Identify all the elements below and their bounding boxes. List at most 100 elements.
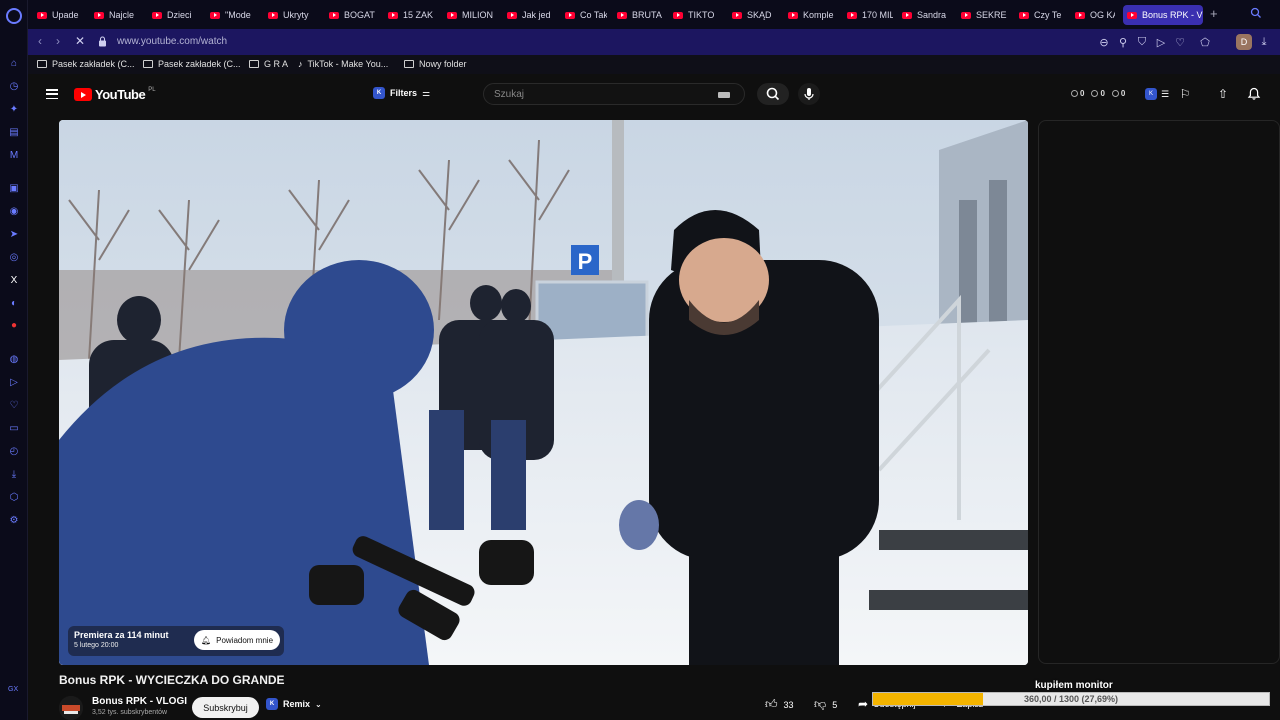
remix-label: Remix <box>283 699 311 709</box>
youtube-header: YouTube PL K Filters ⚌ Szukaj 0 0 0 K ☰ … <box>28 74 1280 116</box>
secondary-panel <box>1038 120 1280 664</box>
x-icon[interactable]: X <box>7 273 21 287</box>
pin-icon[interactable]: ⚲ <box>1116 35 1130 49</box>
new-tab-icon[interactable]: + <box>1210 6 1218 21</box>
tab-label: Sandra <box>917 10 947 20</box>
browser-tab[interactable]: Komple <box>784 5 837 25</box>
heart-icon[interactable]: ♡ <box>7 398 21 412</box>
settings-icon[interactable]: ⚙ <box>7 513 21 527</box>
bookmark-label: Pasek zakładek (C... <box>158 59 241 69</box>
search-input[interactable]: Szukaj <box>483 83 745 105</box>
zoom-icon[interactable]: ⊖ <box>1097 35 1111 49</box>
url-field[interactable]: www.youtube.com/watch <box>117 36 227 47</box>
search-button[interactable] <box>757 83 789 105</box>
filters-button[interactable]: K Filters ⚌ <box>373 87 430 99</box>
menu-icon[interactable] <box>46 89 58 100</box>
video-player[interactable]: P Premiera za 114 minut 5 lutego 20:00 🔔… <box>59 120 1028 665</box>
browser-tab[interactable]: MILION <box>443 5 497 25</box>
sponsor-icon[interactable]: ⚐ <box>1177 86 1193 102</box>
browser-tab[interactable]: Co Tak <box>561 5 607 25</box>
browser-tab[interactable]: OG KA <box>1071 5 1115 25</box>
tabs-icon[interactable]: ▭ <box>7 421 21 435</box>
browser-tab[interactable]: Jak jed <box>503 5 555 25</box>
ai-icon[interactable]: ✦ <box>7 102 21 116</box>
opera-logo-icon[interactable] <box>6 8 22 24</box>
dislike-button[interactable]: 👎︎ 5 <box>814 697 837 712</box>
chat-icon[interactable]: ◉ <box>7 204 21 218</box>
screen: ⌂ ◷ ✦ ▤ M ▣ ◉ ➤ ◎ X ◐ ● ◍ ▷ ♡ ▭ ◴ ⤓ ⬡ ⚙ … <box>0 0 1280 720</box>
home-icon[interactable]: ⌂ <box>7 56 21 70</box>
donation-goal-bar: 360,00 / 1300 (27,69%) <box>872 692 1270 706</box>
twitch-icon[interactable]: ▣ <box>7 181 21 195</box>
upload-icon[interactable]: ⇧ <box>1215 86 1231 102</box>
youtube-favicon-icon <box>268 11 278 19</box>
browser-tab[interactable]: Ukryty <box>264 5 319 25</box>
svg-text:P: P <box>578 249 593 274</box>
tiktok-icon: ♪ <box>298 59 303 69</box>
browser-tab[interactable]: Upade <box>33 5 85 25</box>
notify-me-button[interactable]: 🔔︎ Powiadom mnie <box>194 630 280 650</box>
browser-tab[interactable]: 170 MIL <box>843 5 893 25</box>
browser-tab[interactable]: Czy Te <box>1015 5 1065 25</box>
bookmark-item[interactable]: Pasek zakładek (C... <box>37 59 135 69</box>
youtube-favicon-icon <box>1127 11 1137 19</box>
favorite-icon[interactable]: ♡ <box>1173 35 1187 49</box>
browser-tab[interactable]: Dzieci <box>148 5 200 25</box>
back-icon[interactable]: ‹ <box>38 34 42 48</box>
youtube-favicon-icon <box>1075 11 1085 19</box>
play-icon[interactable]: ▷ <box>7 375 21 389</box>
shield-icon[interactable]: ⛉ <box>1135 35 1149 49</box>
downloads-icon[interactable]: ⤓ <box>1257 35 1271 49</box>
tab-label: OG KA <box>1090 10 1115 20</box>
voice-search-button[interactable] <box>798 83 820 105</box>
browser-tab[interactable]: Sandra <box>898 5 951 25</box>
share-icon: ➦ <box>858 697 869 711</box>
notifications-bell-icon[interactable] <box>1246 86 1262 102</box>
tab-search-icon[interactable] <box>1250 7 1262 19</box>
extensions-puzzle-icon[interactable]: ⬠ <box>1198 35 1212 49</box>
browser-tab[interactable]: Bonus RPK - V <box>1123 5 1203 25</box>
folder-icon <box>37 60 47 68</box>
bookmarks-icon[interactable]: ▤ <box>7 125 21 139</box>
telegram-icon[interactable]: ➤ <box>7 227 21 241</box>
youtube-favicon-icon <box>152 11 162 19</box>
player-icon[interactable]: ◍ <box>7 352 21 366</box>
premiere-countdown: Premiera za 114 minut <box>74 630 169 640</box>
history-icon[interactable]: ◷ <box>7 79 21 93</box>
extensions-icon[interactable]: ⬡ <box>7 490 21 504</box>
bookmark-item[interactable]: Pasek zakładek (C... <box>143 59 241 69</box>
forward-icon[interactable]: › <box>56 34 60 48</box>
bookmark-item[interactable]: Nowy folder <box>404 59 467 69</box>
browser-tab[interactable]: 15 ZAK <box>384 5 437 25</box>
folder-icon <box>249 60 259 68</box>
browser-tab[interactable]: SEKRE <box>957 5 1009 25</box>
messenger-icon[interactable]: M <box>7 148 21 162</box>
bookmark-item[interactable]: G R A <box>249 59 288 69</box>
youtube-logo[interactable]: YouTube PL <box>74 87 156 102</box>
flow-icon[interactable]: ▷ <box>1154 35 1168 49</box>
instagram-icon[interactable]: ◎ <box>7 250 21 264</box>
clock-icon[interactable]: ◴ <box>7 444 21 458</box>
browser-tab[interactable]: BOGAT <box>325 5 380 25</box>
discord-icon[interactable]: ◐ <box>7 296 21 310</box>
profile-avatar[interactable]: D <box>1236 34 1252 50</box>
stop-loading-icon[interactable]: ✕ <box>75 34 85 48</box>
bookmark-item[interactable]: ♪ TikTok - Make You... <box>298 59 388 69</box>
browser-tab[interactable]: Najcle <box>90 5 142 25</box>
tab-label: BRUTA <box>632 10 662 20</box>
browser-tab[interactable]: TIKTO <box>669 5 722 25</box>
browser-tab[interactable]: BRUTA <box>613 5 663 25</box>
keyboard-icon[interactable] <box>718 92 730 98</box>
like-button[interactable]: 👍︎ 33 <box>765 697 794 712</box>
channel-name[interactable]: Bonus RPK - VLOGI <box>92 696 187 707</box>
list-icon[interactable]: ☰ <box>1157 86 1173 102</box>
browser-tab[interactable]: SKĄD <box>728 5 778 25</box>
youtube-music-icon[interactable]: ● <box>7 318 21 332</box>
channel-avatar[interactable] <box>59 696 83 720</box>
browser-tab[interactable]: "Mode <box>206 5 258 25</box>
download-icon[interactable]: ⤓ <box>7 467 21 481</box>
remix-button[interactable]: K Remix ⌄ <box>266 698 322 710</box>
stat-value: 0 <box>1080 89 1085 98</box>
gx-label: GX <box>8 686 19 693</box>
subscribe-button[interactable]: Subskrybuj <box>192 697 259 718</box>
